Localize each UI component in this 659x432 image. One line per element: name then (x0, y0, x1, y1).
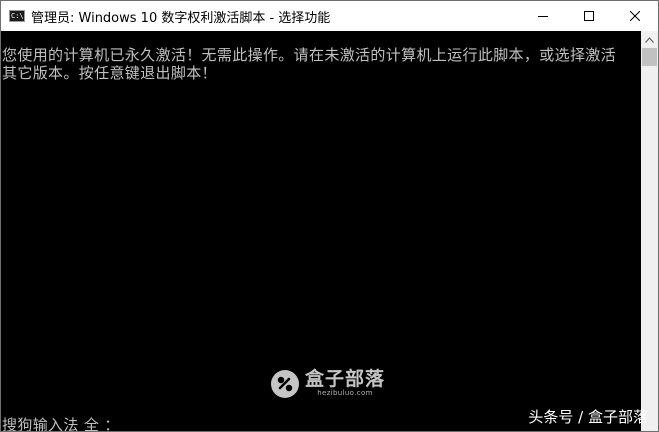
watermark-logo-icon (271, 369, 299, 398)
console-line-1: 您使用的计算机已永久激活！无需此操作。请在未激活的计算机上运行此脚本，或选择激活 (2, 46, 617, 64)
ime-status-bar: 搜狗输入法 全 ： (2, 416, 120, 431)
vertical-scrollbar[interactable] (641, 31, 658, 431)
maximize-button[interactable] (566, 1, 612, 31)
window-title: 管理员: Windows 10 数字权利激活脚本 - 选择功能 (31, 10, 331, 26)
close-button[interactable] (612, 1, 658, 31)
scroll-up-button[interactable] (641, 31, 658, 48)
maximize-icon (584, 11, 594, 21)
minimize-button[interactable] (520, 1, 566, 31)
console-line-2: 其它版本。按任意键退出脚本！ (2, 64, 217, 82)
chevron-up-icon (645, 36, 654, 43)
close-icon (630, 11, 640, 21)
scroll-thumb[interactable] (642, 48, 657, 66)
console-icon-glyph: C:\ (11, 12, 24, 20)
minimize-icon (538, 16, 548, 17)
console-window: C:\ 管理员: Windows 10 数字权利激活脚本 - 选择功能 您使用的… (0, 0, 659, 432)
caption-buttons (520, 1, 658, 31)
watermark-text: 盒子部落 hezibuluo.com (305, 369, 385, 398)
title-bar[interactable]: C:\ 管理员: Windows 10 数字权利激活脚本 - 选择功能 (1, 1, 658, 31)
watermark-url: hezibuluo.com (317, 389, 373, 397)
watermark: 盒子部落 hezibuluo.com (271, 369, 385, 398)
source-credit: 头条号 / 盒子部落 (528, 408, 648, 426)
console-output[interactable]: 您使用的计算机已永久激活！无需此操作。请在未激活的计算机上运行此脚本，或选择激活… (1, 31, 641, 431)
watermark-title: 盒子部落 (305, 368, 386, 390)
console-app-icon[interactable]: C:\ (9, 10, 25, 22)
